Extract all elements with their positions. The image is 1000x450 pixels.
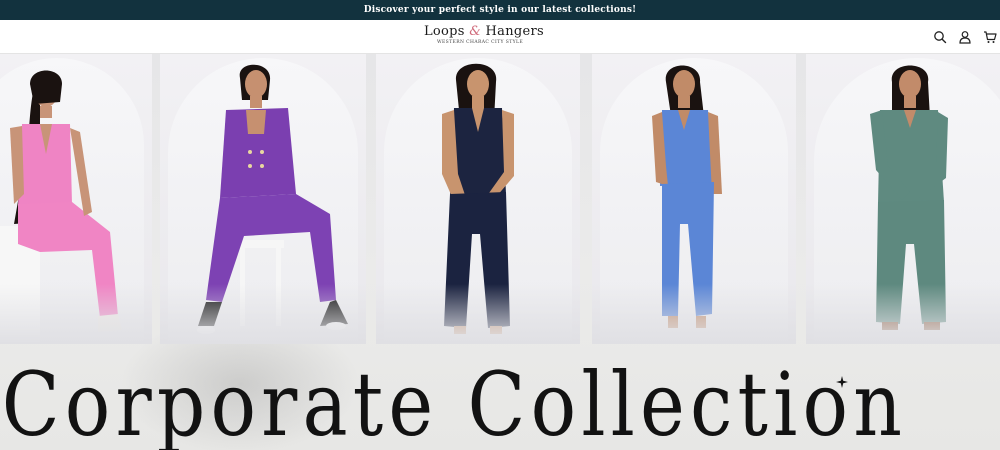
model-photo-pink[interactable] (0, 54, 152, 344)
announcement-text: Discover your perfect style in our lates… (363, 5, 637, 15)
site-header: Loops & Hangers WESTERN CHARAC CITY STYL… (0, 20, 1000, 54)
hero-banner[interactable]: Corporate Collection (0, 54, 1000, 450)
sparkle-icon (836, 376, 848, 388)
brand-name: Loops & Hangers (424, 24, 544, 39)
model-photo-purple[interactable] (160, 54, 366, 344)
cart-icon[interactable] (983, 30, 997, 44)
announcement-bar: Discover your perfect style in our lates… (0, 0, 1000, 20)
account-icon[interactable] (958, 30, 972, 44)
model-photo-sage[interactable] (806, 54, 1000, 344)
brand-tagline: WESTERN CHARAC CITY STYLE (436, 40, 524, 45)
model-photo-blue[interactable] (592, 54, 796, 344)
model-photo-navy[interactable] (376, 54, 580, 344)
brand-logo[interactable]: Loops & Hangers WESTERN CHARAC CITY STYL… (424, 24, 544, 52)
search-icon[interactable] (933, 30, 947, 44)
hero-title: Corporate Collection (1, 353, 908, 450)
